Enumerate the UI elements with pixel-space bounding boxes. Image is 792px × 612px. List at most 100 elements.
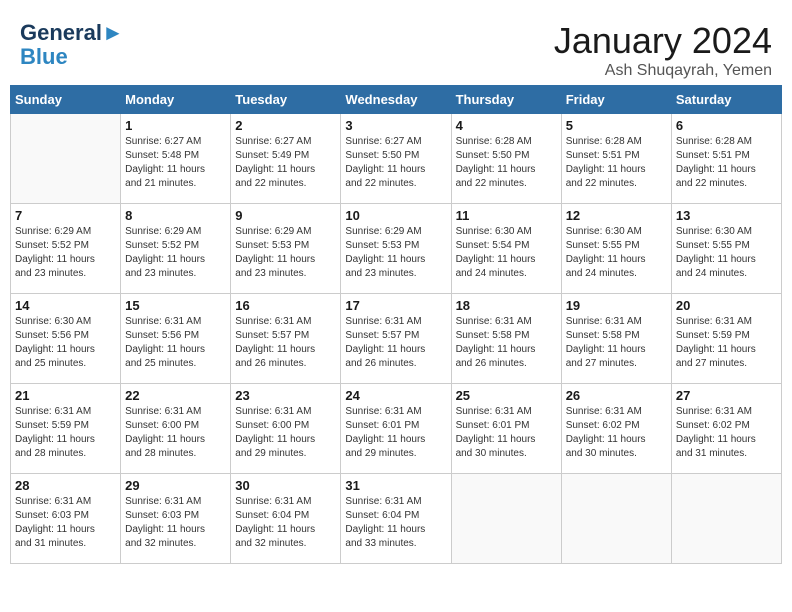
day-info: Sunrise: 6:31 AM Sunset: 5:59 PM Dayligh… [676, 315, 777, 371]
calendar-cell: 23 Sunrise: 6:31 AM Sunset: 6:00 PM Dayli… [231, 384, 341, 474]
calendar-cell: 16 Sunrise: 6:31 AM Sunset: 5:57 PM Dayli… [231, 294, 341, 384]
day-info: Sunrise: 6:31 AM Sunset: 6:02 PM Dayligh… [676, 405, 777, 461]
calendar-cell [451, 474, 561, 564]
weekday-header-thursday: Thursday [451, 86, 561, 114]
day-info: Sunrise: 6:31 AM Sunset: 5:56 PM Dayligh… [125, 315, 226, 371]
calendar-cell [671, 474, 781, 564]
day-number: 5 [566, 118, 667, 133]
day-info: Sunrise: 6:31 AM Sunset: 6:01 PM Dayligh… [345, 405, 446, 461]
day-number: 10 [345, 208, 446, 223]
day-info: Sunrise: 6:31 AM Sunset: 6:03 PM Dayligh… [15, 495, 116, 551]
day-number: 1 [125, 118, 226, 133]
day-number: 4 [456, 118, 557, 133]
calendar-cell: 20Sunrise: 6:31 AM Sunset: 5:59 PM Dayli… [671, 294, 781, 384]
day-info: Sunrise: 6:29 AM Sunset: 5:52 PM Dayligh… [15, 225, 116, 281]
calendar-cell: 4 Sunrise: 6:28 AM Sunset: 5:50 PM Daylig… [451, 114, 561, 204]
day-number: 12 [566, 208, 667, 223]
day-info: Sunrise: 6:31 AM Sunset: 5:59 PM Dayligh… [15, 405, 116, 461]
day-info: Sunrise: 6:31 AM Sunset: 6:02 PM Dayligh… [566, 405, 667, 461]
calendar-cell: 2 Sunrise: 6:27 AM Sunset: 5:49 PM Daylig… [231, 114, 341, 204]
day-number: 26 [566, 388, 667, 403]
day-number: 30 [235, 478, 336, 493]
day-number: 31 [345, 478, 446, 493]
day-info: Sunrise: 6:29 AM Sunset: 5:53 PM Dayligh… [235, 225, 336, 281]
day-info: Sunrise: 6:31 AM Sunset: 6:00 PM Dayligh… [125, 405, 226, 461]
calendar-table: SundayMondayTuesdayWednesdayThursdayFrid… [10, 85, 782, 564]
day-info: Sunrise: 6:28 AM Sunset: 5:51 PM Dayligh… [566, 135, 667, 191]
calendar-cell: 5 Sunrise: 6:28 AM Sunset: 5:51 PM Daylig… [561, 114, 671, 204]
day-info: Sunrise: 6:27 AM Sunset: 5:49 PM Dayligh… [235, 135, 336, 191]
day-info: Sunrise: 6:30 AM Sunset: 5:55 PM Dayligh… [676, 225, 777, 281]
calendar-cell: 9 Sunrise: 6:29 AM Sunset: 5:53 PM Daylig… [231, 204, 341, 294]
calendar-cell: 22Sunrise: 6:31 AM Sunset: 6:00 PM Dayli… [121, 384, 231, 474]
calendar-cell: 6 Sunrise: 6:28 AM Sunset: 5:51 PM Daylig… [671, 114, 781, 204]
logo-text: General► [20, 20, 124, 46]
weekday-header-friday: Friday [561, 86, 671, 114]
day-info: Sunrise: 6:28 AM Sunset: 5:51 PM Dayligh… [676, 135, 777, 191]
day-number: 9 [235, 208, 336, 223]
calendar-cell: 14 Sunrise: 6:30 AM Sunset: 5:56 PM Dayli… [11, 294, 121, 384]
day-info: Sunrise: 6:31 AM Sunset: 6:04 PM Dayligh… [235, 495, 336, 551]
day-number: 21 [15, 388, 116, 403]
day-info: Sunrise: 6:30 AM Sunset: 5:55 PM Dayligh… [566, 225, 667, 281]
day-number: 16 [235, 298, 336, 313]
day-number: 24 [345, 388, 446, 403]
day-number: 6 [676, 118, 777, 133]
weekday-header-wednesday: Wednesday [341, 86, 451, 114]
day-info: Sunrise: 6:31 AM Sunset: 6:03 PM Dayligh… [125, 495, 226, 551]
day-info: Sunrise: 6:29 AM Sunset: 5:52 PM Dayligh… [125, 225, 226, 281]
calendar-header-row: SundayMondayTuesdayWednesdayThursdayFrid… [11, 86, 782, 114]
weekday-header-saturday: Saturday [671, 86, 781, 114]
day-number: 28 [15, 478, 116, 493]
day-number: 27 [676, 388, 777, 403]
calendar-cell: 13Sunrise: 6:30 AM Sunset: 5:55 PM Dayli… [671, 204, 781, 294]
day-info: Sunrise: 6:27 AM Sunset: 5:48 PM Dayligh… [125, 135, 226, 191]
day-info: Sunrise: 6:31 AM Sunset: 5:58 PM Dayligh… [456, 315, 557, 371]
calendar-cell: 10 Sunrise: 6:29 AM Sunset: 5:53 PM Dayli… [341, 204, 451, 294]
calendar-cell: 29 Sunrise: 6:31 AM Sunset: 6:03 PM Dayli… [121, 474, 231, 564]
calendar-cell: 8Sunrise: 6:29 AM Sunset: 5:52 PM Daylig… [121, 204, 231, 294]
day-number: 3 [345, 118, 446, 133]
day-number: 23 [235, 388, 336, 403]
logo-blue: Blue [20, 46, 68, 68]
day-info: Sunrise: 6:31 AM Sunset: 5:58 PM Dayligh… [566, 315, 667, 371]
day-info: Sunrise: 6:30 AM Sunset: 5:54 PM Dayligh… [456, 225, 557, 281]
calendar-week-row: 28 Sunrise: 6:31 AM Sunset: 6:03 PM Dayli… [11, 474, 782, 564]
day-number: 2 [235, 118, 336, 133]
calendar-cell: 3Sunrise: 6:27 AM Sunset: 5:50 PM Daylig… [341, 114, 451, 204]
logo: General► Blue [20, 20, 124, 68]
day-info: Sunrise: 6:31 AM Sunset: 5:57 PM Dayligh… [235, 315, 336, 371]
day-number: 29 [125, 478, 226, 493]
calendar-title: January 2024 [554, 20, 772, 62]
calendar-cell: 24 Sunrise: 6:31 AM Sunset: 6:01 PM Dayli… [341, 384, 451, 474]
calendar-cell: 26 Sunrise: 6:31 AM Sunset: 6:02 PM Dayli… [561, 384, 671, 474]
weekday-header-sunday: Sunday [11, 86, 121, 114]
day-number: 7 [15, 208, 116, 223]
day-info: Sunrise: 6:30 AM Sunset: 5:56 PM Dayligh… [15, 315, 116, 371]
day-number: 18 [456, 298, 557, 313]
calendar-cell: 30 Sunrise: 6:31 AM Sunset: 6:04 PM Dayli… [231, 474, 341, 564]
page-header: General► Blue January 2024 Ash Shuqayrah… [10, 10, 782, 85]
day-number: 17 [345, 298, 446, 313]
day-number: 11 [456, 208, 557, 223]
calendar-cell: 11 Sunrise: 6:30 AM Sunset: 5:54 PM Dayli… [451, 204, 561, 294]
day-number: 14 [15, 298, 116, 313]
calendar-week-row: 14 Sunrise: 6:30 AM Sunset: 5:56 PM Dayli… [11, 294, 782, 384]
calendar-subtitle: Ash Shuqayrah, Yemen [554, 62, 772, 80]
day-info: Sunrise: 6:31 AM Sunset: 6:01 PM Dayligh… [456, 405, 557, 461]
day-number: 15 [125, 298, 226, 313]
calendar-cell: 15 Sunrise: 6:31 AM Sunset: 5:56 PM Dayli… [121, 294, 231, 384]
calendar-cell: 28 Sunrise: 6:31 AM Sunset: 6:03 PM Dayli… [11, 474, 121, 564]
calendar-cell: 27 Sunrise: 6:31 AM Sunset: 6:02 PM Dayli… [671, 384, 781, 474]
calendar-cell: 12 Sunrise: 6:30 AM Sunset: 5:55 PM Dayli… [561, 204, 671, 294]
calendar-week-row: 21 Sunrise: 6:31 AM Sunset: 5:59 PM Dayli… [11, 384, 782, 474]
day-number: 19 [566, 298, 667, 313]
calendar-cell: 19 Sunrise: 6:31 AM Sunset: 5:58 PM Dayli… [561, 294, 671, 384]
calendar-week-row: 7 Sunrise: 6:29 AM Sunset: 5:52 PM Daylig… [11, 204, 782, 294]
day-info: Sunrise: 6:31 AM Sunset: 6:00 PM Dayligh… [235, 405, 336, 461]
calendar-cell: 1 Sunrise: 6:27 AM Sunset: 5:48 PM Daylig… [121, 114, 231, 204]
weekday-header-tuesday: Tuesday [231, 86, 341, 114]
day-info: Sunrise: 6:29 AM Sunset: 5:53 PM Dayligh… [345, 225, 446, 281]
day-info: Sunrise: 6:28 AM Sunset: 5:50 PM Dayligh… [456, 135, 557, 191]
title-block: January 2024 Ash Shuqayrah, Yemen [554, 20, 772, 80]
